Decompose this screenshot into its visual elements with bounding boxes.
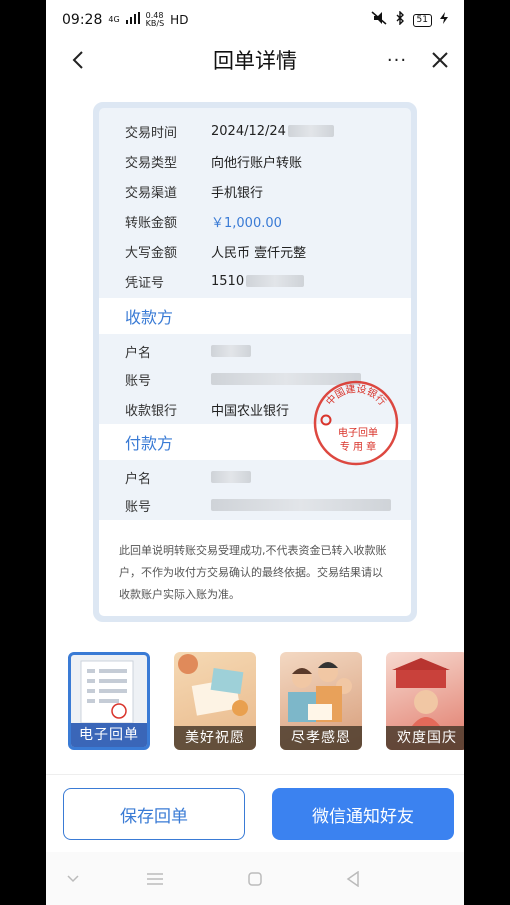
template-filial-gratitude[interactable]: 尽孝感恩 [280, 652, 362, 750]
stamp-line1: 电子回单 [338, 426, 378, 439]
field-row: 凭证号 1510 [99, 266, 411, 296]
receipt-body: 交易时间 2024/12/24 交易类型 向他行账户转账 交易渠道 手机银行 转… [99, 108, 411, 616]
payee-section-header: 收款方 [99, 298, 411, 334]
nav-menu-button[interactable] [142, 866, 168, 892]
header: 回单详情 ··· [46, 40, 464, 80]
template-label: 美好祝愿 [174, 726, 256, 750]
field-value-masked [211, 470, 251, 485]
template-label: 电子回单 [71, 723, 147, 747]
phone-screen: 09:28 4G 0.48 KB/S HD 51 回单详情 ··· 交易时间 2… [46, 0, 464, 905]
electronic-receipt-stamp: 中国建设银行 电子回单 专 用 章 [313, 380, 399, 466]
nav-back-button[interactable] [340, 866, 366, 892]
template-electronic-receipt[interactable]: 电子回单 [68, 652, 150, 750]
close-button[interactable] [426, 46, 454, 74]
field-label: 收款银行 [125, 403, 178, 419]
field-label: 交易渠道 [125, 185, 178, 201]
status-time: 09:28 [62, 12, 103, 28]
hd-indicator: HD [170, 13, 189, 27]
battery-icon: 51 [412, 13, 432, 27]
charging-icon [440, 12, 448, 28]
field-label: 转账金额 [125, 215, 178, 231]
template-label: 尽孝感恩 [280, 726, 362, 750]
stamp-line2: 专 用 章 [340, 440, 376, 453]
field-value: 1510 [211, 274, 305, 289]
field-value-masked [211, 498, 391, 513]
field-value: 中国农业银行 [211, 403, 290, 419]
template-good-wishes[interactable]: 美好祝愿 [174, 652, 256, 750]
mute-icon [371, 11, 387, 29]
amount-value: ￥1,000.00 [211, 215, 282, 231]
field-label: 凭证号 [125, 275, 165, 291]
field-value: 向他行账户转账 [211, 155, 303, 171]
menu-icon [147, 873, 163, 885]
field-row: 交易渠道 手机银行 [99, 176, 411, 206]
receipt-thumbnail-icon [80, 660, 134, 723]
divider [46, 774, 464, 775]
signal-icon [125, 12, 140, 28]
nav-collapse-button[interactable] [60, 866, 86, 892]
payee-name-row: 户名 [99, 336, 411, 366]
payer-account-row: 账号 [99, 490, 411, 520]
status-bar: 09:28 4G 0.48 KB/S HD 51 [46, 0, 464, 40]
more-button[interactable]: ··· [382, 46, 412, 74]
field-row: 交易类型 向他行账户转账 [99, 146, 411, 176]
receipt-disclaimer: 此回单说明转账交易受理成功,不代表资金已转入收款账户，不作为收付方交易确认的最终… [99, 520, 411, 616]
national-day-illustration-icon [392, 658, 450, 726]
system-nav-bar [46, 852, 464, 905]
field-value: 2024/12/24 [211, 124, 334, 139]
bluetooth-icon [395, 10, 405, 29]
field-row: 转账金额 ￥1,000.00 [99, 206, 411, 236]
field-row: 大写金额 人民币 壹仟元整 [99, 236, 411, 266]
network-speed: 0.48 KB/S [145, 11, 165, 28]
svg-text:中国建设银行: 中国建设银行 [323, 382, 389, 408]
chevron-down-icon [67, 875, 79, 883]
triangle-back-icon [346, 871, 359, 887]
template-national-day[interactable]: 欢度国庆 [386, 652, 464, 750]
field-label: 交易类型 [125, 155, 178, 171]
field-label: 大写金额 [125, 245, 178, 261]
field-value-masked [211, 344, 251, 359]
chevron-left-icon [72, 51, 83, 69]
field-value: 手机银行 [211, 185, 264, 201]
template-label: 欢度国庆 [386, 726, 464, 750]
template-selector: 电子回单 美好祝愿 尽孝感恩 欢度国庆 [68, 652, 464, 752]
close-icon [432, 52, 448, 68]
wechat-notify-button[interactable]: 微信通知好友 [272, 788, 454, 840]
gift-illustration-icon [178, 654, 248, 716]
save-receipt-button[interactable]: 保存回单 [63, 788, 245, 840]
nav-home-button[interactable] [242, 866, 268, 892]
field-value: 人民币 壹仟元整 [211, 245, 307, 261]
stamp-bank-name: 中国建设银行 [323, 382, 389, 408]
family-illustration-icon [288, 662, 352, 722]
receipt-card: 交易时间 2024/12/24 交易类型 向他行账户转账 交易渠道 手机银行 转… [93, 102, 417, 622]
field-label: 户名 [125, 471, 152, 487]
field-label: 账号 [125, 373, 152, 389]
signal-indicator: 4G [108, 15, 120, 24]
field-label: 账号 [125, 499, 152, 515]
field-label: 户名 [125, 345, 152, 361]
field-label: 交易时间 [125, 125, 178, 141]
back-button[interactable] [64, 46, 92, 74]
field-row: 交易时间 2024/12/24 [99, 116, 411, 146]
square-icon [248, 872, 262, 886]
